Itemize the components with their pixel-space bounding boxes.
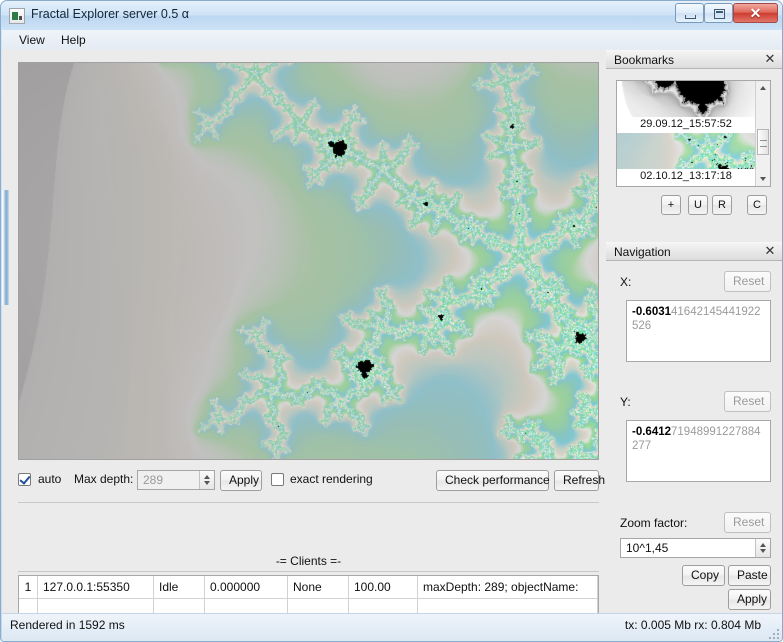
apply-depth-button[interactable]: Apply — [220, 470, 262, 491]
navigation-close-icon[interactable]: ✕ — [763, 244, 777, 258]
client-row-number: 1 — [19, 576, 38, 599]
maximize-icon — [714, 9, 725, 19]
auto-checkbox[interactable] — [18, 473, 31, 486]
zoom-factor-spinner[interactable]: 10^1,45 — [620, 538, 771, 558]
client-speed: 100.00 — [349, 576, 418, 599]
x-label: X: — [620, 275, 631, 289]
traffic-status: tx: 0.005 Mb rx: 0.804 Mb — [625, 618, 761, 632]
y-value-significant: -0.6412 — [632, 426, 671, 438]
divider-bottom — [18, 571, 599, 572]
menu-bar: View Help — [2, 30, 783, 50]
close-button[interactable]: ✕ — [733, 3, 778, 23]
y-reset-button[interactable]: Reset — [724, 391, 771, 412]
clients-section-label: -= Clients =- — [18, 554, 599, 568]
left-splitter-handle[interactable] — [2, 190, 9, 305]
scroll-down-icon[interactable] — [756, 172, 770, 186]
bookmarks-scrollbar[interactable] — [755, 81, 770, 186]
navigation-title: Navigation — [614, 245, 671, 259]
client-progress: 0.000000 — [205, 576, 288, 599]
status-bar: Rendered in 1592 ms tx: 0.005 Mb rx: 0.8… — [2, 613, 783, 642]
title-bar: Fractal Explorer server 0.5 α ✕ — [1, 1, 783, 30]
resize-grip[interactable] — [767, 627, 779, 639]
menu-item-help[interactable]: Help — [54, 32, 93, 48]
y-label: Y: — [620, 395, 631, 409]
client-object: None — [288, 576, 349, 599]
y-value-field[interactable]: -0.641271948991227884277 — [626, 420, 771, 482]
bookmark-thumbnail[interactable] — [617, 81, 755, 117]
navigation-panel-header: Navigation ✕ — [606, 242, 783, 261]
zoom-reset-button[interactable]: Reset — [724, 512, 771, 533]
auto-label: auto — [38, 472, 61, 487]
close-icon: ✕ — [734, 4, 777, 22]
minimize-icon — [685, 15, 696, 19]
right-panel: Bookmarks ✕ 29.09.12_15:57:52 02.10.12_1… — [606, 50, 783, 613]
x-value-field[interactable]: -0.603141642145441922526 — [626, 300, 771, 362]
bookmark-remove-button[interactable]: R — [712, 195, 732, 215]
fractal-canvas[interactable] — [19, 63, 598, 459]
paste-button[interactable]: Paste — [728, 565, 771, 586]
fractal-view[interactable] — [18, 62, 599, 460]
exact-rendering-label: exact rendering — [290, 472, 373, 487]
bookmarks-list[interactable]: 29.09.12_15:57:52 02.10.12_13:17:18 — [616, 80, 771, 187]
bookmarks-panel-header: Bookmarks ✕ — [606, 50, 783, 69]
copy-button[interactable]: Copy — [682, 565, 725, 586]
bookmark-update-button[interactable]: U — [688, 195, 708, 215]
zoom-factor-stepper-icon[interactable] — [755, 539, 770, 557]
bookmarks-close-icon[interactable]: ✕ — [763, 52, 777, 66]
bookmark-add-button[interactable]: + — [661, 195, 681, 215]
max-depth-label: Max depth: — [74, 472, 133, 487]
bookmark-clear-button[interactable]: C — [747, 195, 767, 215]
zoom-factor-label: Zoom factor: — [620, 516, 687, 530]
minimize-button[interactable] — [675, 3, 704, 23]
divider-top — [18, 502, 599, 503]
client-address: 127.0.0.1:55350 — [38, 576, 154, 599]
render-controls: auto Max depth: 289 Apply exact renderin… — [18, 470, 599, 496]
menu-item-view[interactable]: View — [12, 32, 52, 48]
bookmarks-title: Bookmarks — [614, 53, 674, 67]
max-depth-stepper-icon[interactable] — [199, 471, 214, 489]
refresh-button[interactable]: Refresh — [554, 470, 599, 491]
maximize-button[interactable] — [704, 3, 733, 23]
max-depth-value: 289 — [143, 473, 163, 487]
render-time-status: Rendered in 1592 ms — [10, 618, 125, 632]
x-value-significant: -0.6031 — [632, 306, 671, 318]
application-window: Fractal Explorer server 0.5 α ✕ View Hel… — [0, 0, 783, 642]
app-icon — [9, 8, 25, 24]
table-row[interactable]: 1127.0.0.1:55350Idle0.000000None100.00ma… — [19, 576, 598, 599]
scroll-up-icon[interactable] — [756, 81, 770, 95]
scrollbar-thumb[interactable] — [757, 129, 769, 155]
bookmark-caption: 29.09.12_15:57:52 — [617, 118, 755, 130]
exact-rendering-checkbox[interactable] — [271, 473, 284, 486]
zoom-factor-value: 10^1,45 — [626, 541, 668, 555]
x-reset-button[interactable]: Reset — [724, 271, 771, 292]
client-info: maxDepth: 289; objectName: — [418, 576, 598, 599]
bookmark-caption: 02.10.12_13:17:18 — [617, 170, 755, 182]
client-state: Idle — [154, 576, 205, 599]
window-title: Fractal Explorer server 0.5 α — [31, 7, 189, 21]
content-area: auto Max depth: 289 Apply exact renderin… — [2, 50, 783, 613]
navigation-apply-button[interactable]: Apply — [728, 589, 771, 610]
check-performance-button[interactable]: Check performance — [436, 470, 549, 491]
bookmark-thumbnail[interactable] — [617, 133, 755, 169]
max-depth-spinner[interactable]: 289 — [137, 470, 215, 490]
